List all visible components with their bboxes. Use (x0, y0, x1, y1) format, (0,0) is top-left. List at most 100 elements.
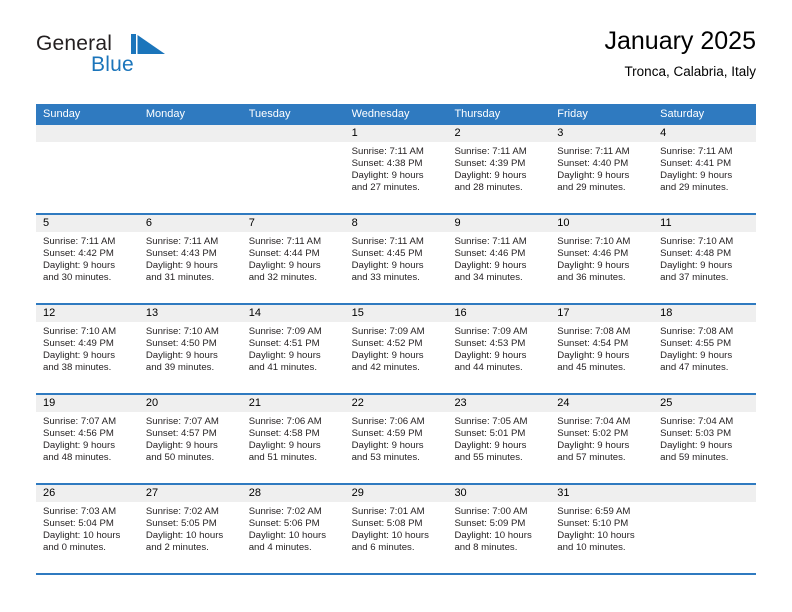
day-cell[interactable]: 26 Sunrise: 7:03 AM Sunset: 5:04 PM Dayligh… (36, 485, 139, 573)
day-number: 11 (653, 215, 757, 232)
daylight-text-line1: Daylight: 9 hours (557, 439, 630, 451)
day-cell[interactable]: 14 Sunrise: 7:09 AM Sunset: 4:51 PM Dayligh… (241, 305, 345, 393)
daylight-text-line2: and 53 minutes. (351, 451, 420, 463)
sunset-text: Sunset: 5:04 PM (43, 517, 114, 529)
day-cell[interactable]: 29 Sunrise: 7:01 AM Sunset: 5:08 PM Dayligh… (344, 485, 448, 573)
sunset-text: Sunset: 4:51 PM (248, 337, 320, 349)
daylight-text-line1: Daylight: 9 hours (660, 349, 733, 361)
sunset-text: Sunset: 4:55 PM (660, 337, 732, 349)
sunrise-text: Sunrise: 7:11 AM (351, 146, 424, 157)
day-number: 3 (550, 125, 654, 142)
day-cell[interactable]: 4 Sunrise: 7:11 AM Sunset: 4:41 PM Daylight… (653, 125, 757, 213)
sunrise-text: Sunrise: 7:09 AM (454, 326, 528, 337)
day-cell[interactable]: 20 Sunrise: 7:07 AM Sunset: 4:57 PM Dayligh… (138, 395, 242, 483)
daylight-text-line2: and 31 minutes. (145, 271, 215, 283)
day-number: 20 (138, 395, 242, 412)
day-cell[interactable]: 28 Sunrise: 7:02 AM Sunset: 5:06 PM Dayligh… (241, 485, 345, 573)
sunset-text: Sunset: 5:09 PM (454, 517, 526, 529)
daylight-text-line2: and 44 minutes. (454, 361, 523, 373)
day-details: Sunrise: 7:08 AM Sunset: 4:54 PM Daylight:… (550, 322, 653, 374)
day-cell[interactable]: 24 Sunrise: 7:04 AM Sunset: 5:02 PM Dayligh… (550, 395, 654, 483)
daylight-text-line2: and 34 minutes. (454, 271, 523, 283)
day-cell[interactable]: 17 Sunrise: 7:08 AM Sunset: 4:54 PM Dayligh… (550, 305, 654, 393)
day-cell[interactable]: 12 Sunrise: 7:10 AM Sunset: 4:49 PM Dayligh… (36, 305, 139, 393)
day-cell[interactable]: 19 Sunrise: 7:07 AM Sunset: 4:56 PM Dayligh… (36, 395, 139, 483)
day-details: Sunrise: 7:11 AM Sunset: 4:39 PM Daylight:… (447, 142, 550, 194)
calendar-page: General Blue January 2025 Tronca, Calabr… (0, 0, 792, 612)
sunrise-text: Sunrise: 7:11 AM (145, 236, 219, 247)
day-cell[interactable]: 6 Sunrise: 7:11 AM Sunset: 4:43 PM Daylight… (138, 215, 242, 303)
sunrise-text: Sunrise: 7:10 AM (145, 326, 219, 337)
daylight-text-line2: and 37 minutes. (660, 271, 729, 283)
day-cell[interactable]: 15 Sunrise: 7:09 AM Sunset: 4:52 PM Dayligh… (344, 305, 448, 393)
daylight-text-line1: Daylight: 9 hours (351, 169, 424, 181)
day-details: Sunrise: 7:11 AM Sunset: 4:38 PM Daylight:… (345, 142, 448, 194)
day-number: 18 (653, 305, 757, 322)
calendar-bottom-rule (36, 573, 756, 575)
day-details: Sunrise: 7:09 AM Sunset: 4:53 PM Daylight:… (447, 322, 550, 374)
week-row: 1 Sunrise: 7:11 AM Sunset: 4:38 PM Daylight… (36, 125, 757, 213)
day-number: 14 (241, 305, 345, 322)
daylight-text-line1: Daylight: 9 hours (454, 259, 527, 271)
day-cell[interactable]: 30 Sunrise: 7:00 AM Sunset: 5:09 PM Dayligh… (447, 485, 551, 573)
day-cell[interactable]: 9 Sunrise: 7:11 AM Sunset: 4:46 PM Daylight… (447, 215, 551, 303)
day-cell[interactable]: 22 Sunrise: 7:06 AM Sunset: 4:59 PM Dayligh… (344, 395, 448, 483)
day-cell[interactable]: 5 Sunrise: 7:11 AM Sunset: 4:42 PM Daylight… (36, 215, 139, 303)
daylight-text-line1: Daylight: 10 hours (557, 529, 635, 541)
day-number: 19 (36, 395, 139, 412)
day-cell[interactable]: 23 Sunrise: 7:05 AM Sunset: 5:01 PM Dayligh… (447, 395, 551, 483)
day-details: Sunrise: 7:09 AM Sunset: 4:51 PM Daylight:… (242, 322, 345, 374)
day-cell[interactable]: 1 Sunrise: 7:11 AM Sunset: 4:38 PM Daylight… (344, 125, 448, 213)
weekday-header-saturday: Saturday (660, 108, 705, 120)
sunset-text: Sunset: 4:44 PM (248, 247, 320, 259)
brand-name-blue: Blue (91, 53, 134, 76)
weeks-container: 1 Sunrise: 7:11 AM Sunset: 4:38 PM Daylight… (36, 125, 757, 573)
sunset-text: Sunset: 4:54 PM (557, 337, 629, 349)
sunrise-text: Sunrise: 7:11 AM (660, 146, 733, 157)
day-cell[interactable]: 31 Sunrise: 6:59 AM Sunset: 5:10 PM Dayligh… (550, 485, 654, 573)
day-cell[interactable]: 25 Sunrise: 7:04 AM Sunset: 5:03 PM Dayligh… (653, 395, 757, 483)
brand-logo[interactable]: General Blue (36, 32, 236, 88)
day-cell[interactable]: 3 Sunrise: 7:11 AM Sunset: 4:40 PM Daylight… (550, 125, 654, 213)
day-number: 1 (344, 125, 448, 142)
day-details: Sunrise: 7:11 AM Sunset: 4:43 PM Daylight:… (139, 232, 242, 284)
day-details: Sunrise: 6:59 AM Sunset: 5:10 PM Daylight:… (550, 502, 653, 554)
daylight-text-line2: and 6 minutes. (351, 541, 415, 553)
daylight-text-line1: Daylight: 10 hours (454, 529, 532, 541)
day-details: Sunrise: 7:10 AM Sunset: 4:48 PM Daylight:… (653, 232, 756, 284)
daylight-text-line2: and 29 minutes. (660, 181, 729, 193)
daylight-text-line2: and 4 minutes. (248, 541, 312, 553)
day-number: 22 (344, 395, 448, 412)
day-cell[interactable]: 27 Sunrise: 7:02 AM Sunset: 5:05 PM Dayligh… (138, 485, 242, 573)
day-number: 15 (344, 305, 448, 322)
day-cell[interactable]: 13 Sunrise: 7:10 AM Sunset: 4:50 PM Dayligh… (138, 305, 242, 393)
day-number: 8 (344, 215, 448, 232)
day-cell[interactable]: 11 Sunrise: 7:10 AM Sunset: 4:48 PM Dayligh… (653, 215, 757, 303)
day-cell[interactable]: 21 Sunrise: 7:06 AM Sunset: 4:58 PM Dayligh… (241, 395, 345, 483)
daylight-text-line1: Daylight: 9 hours (454, 439, 527, 451)
day-details: Sunrise: 7:11 AM Sunset: 4:42 PM Daylight:… (36, 232, 139, 284)
daylight-text-line1: Daylight: 9 hours (557, 169, 630, 181)
sunset-text: Sunset: 4:45 PM (351, 247, 423, 259)
sunset-text: Sunset: 4:59 PM (351, 427, 423, 439)
daylight-text-line1: Daylight: 9 hours (557, 349, 630, 361)
page-title: January 2025 (604, 27, 756, 55)
sunset-text: Sunset: 5:02 PM (557, 427, 629, 439)
day-cell[interactable]: 18 Sunrise: 7:08 AM Sunset: 4:55 PM Dayligh… (653, 305, 757, 393)
day-details: Sunrise: 7:11 AM Sunset: 4:41 PM Daylight:… (653, 142, 756, 194)
day-cell[interactable]: 10 Sunrise: 7:10 AM Sunset: 4:46 PM Dayligh… (550, 215, 654, 303)
sunrise-text: Sunrise: 7:01 AM (351, 506, 425, 517)
sunset-text: Sunset: 4:41 PM (660, 157, 732, 169)
triangle-logo-icon (131, 34, 169, 58)
day-cell[interactable]: 7 Sunrise: 7:11 AM Sunset: 4:44 PM Daylight… (241, 215, 345, 303)
sunrise-text: Sunrise: 7:11 AM (248, 236, 322, 247)
day-cell[interactable]: 16 Sunrise: 7:09 AM Sunset: 4:53 PM Dayligh… (447, 305, 551, 393)
sunrise-text: Sunrise: 7:10 AM (557, 236, 631, 247)
day-number: 17 (550, 305, 654, 322)
sunset-text: Sunset: 4:50 PM (145, 337, 217, 349)
sunrise-text: Sunrise: 7:03 AM (43, 506, 117, 517)
daylight-text-line1: Daylight: 10 hours (248, 529, 327, 541)
day-cell[interactable]: 2 Sunrise: 7:11 AM Sunset: 4:39 PM Daylight… (447, 125, 551, 213)
day-cell[interactable]: 8 Sunrise: 7:11 AM Sunset: 4:45 PM Daylight… (344, 215, 448, 303)
sunset-text: Sunset: 4:43 PM (145, 247, 217, 259)
